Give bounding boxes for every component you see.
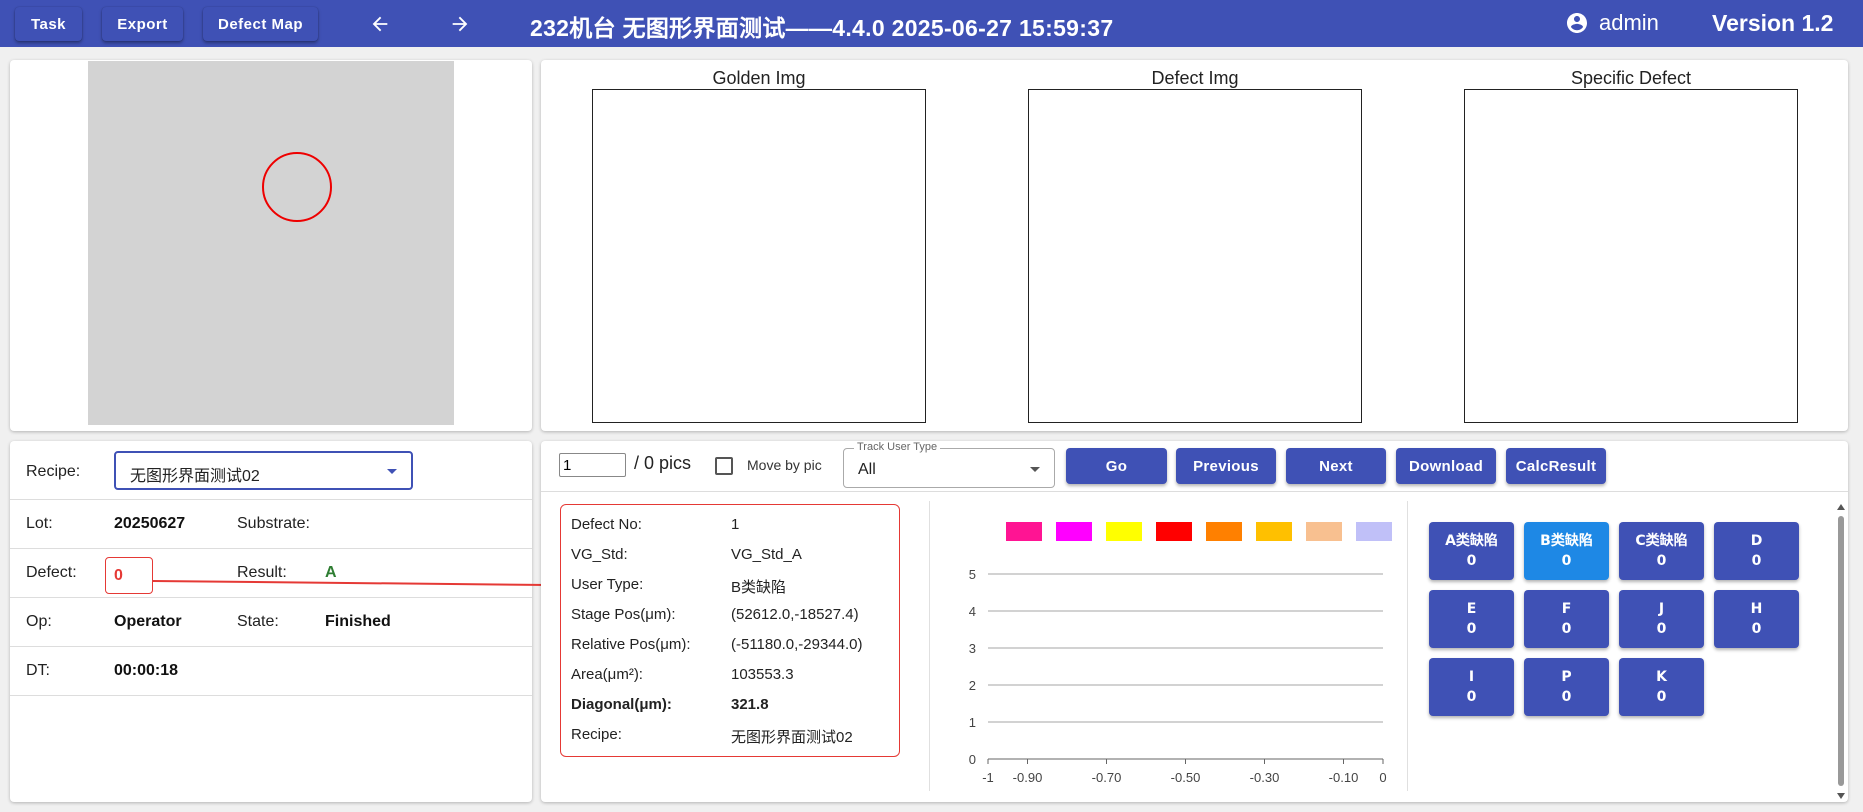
x-tick-label: -1 — [982, 770, 994, 785]
y-tick-label: 3 — [969, 641, 976, 656]
y-tick-label: 4 — [969, 604, 976, 619]
legend-swatch — [1306, 522, 1342, 541]
defect-chart: 0 1 2 3 4 5 -1 -0.90 -0.70 -0.50 -0.30 -0.10 0 — [969, 522, 1392, 785]
x-tick-label: -0.10 — [1329, 770, 1359, 785]
x-tick-label: -0.30 — [1250, 770, 1280, 785]
legend-swatch — [1206, 522, 1242, 541]
legend-swatch — [1106, 522, 1142, 541]
legend-swatch — [1056, 522, 1092, 541]
x-tick-label: 0 — [1379, 770, 1386, 785]
y-tick-label: 1 — [969, 715, 976, 730]
detail-scrollbar[interactable] — [1836, 502, 1846, 802]
y-tick-label: 2 — [969, 678, 976, 693]
y-tick-label: 0 — [969, 752, 976, 767]
legend-swatch — [1256, 522, 1292, 541]
y-tick-label: 5 — [969, 567, 976, 582]
legend-swatch — [1006, 522, 1042, 541]
x-tick-label: -0.50 — [1171, 770, 1201, 785]
x-tick-label: -0.90 — [1013, 770, 1043, 785]
legend-swatch — [1156, 522, 1192, 541]
legend-swatch — [1356, 522, 1392, 541]
x-tick-label: -0.70 — [1092, 770, 1122, 785]
